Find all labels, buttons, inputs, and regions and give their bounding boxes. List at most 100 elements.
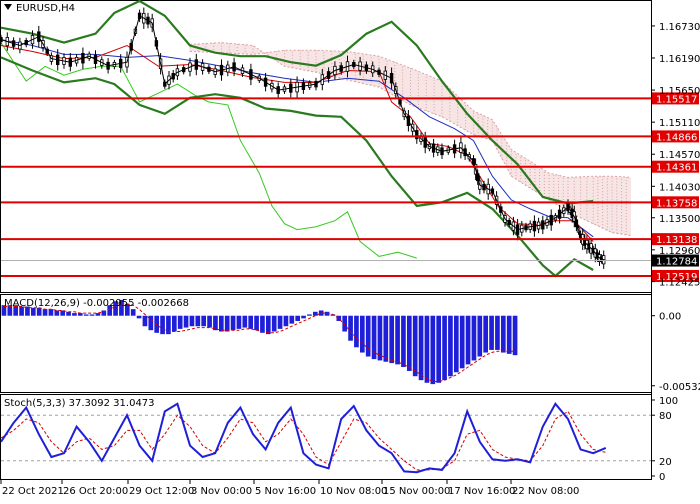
price-y-axis: 1.16730 1.16190 1.15650 1.15110 1.14570 1.140…	[651, 22, 700, 289]
price-indicator-lines	[0, 0, 606, 278]
macd-histogram-bar	[260, 315, 265, 333]
x-tick-label: 22 Oct 2021	[2, 486, 64, 497]
stoch-tick-label: 0	[659, 472, 665, 483]
macd-histogram-bar	[189, 315, 195, 327]
macd-histogram-bar	[448, 315, 453, 377]
macd-histogram-bar	[307, 314, 312, 316]
triangle-down-icon	[4, 4, 12, 10]
x-tick-label: 17 Nov 16:00	[448, 486, 515, 497]
macd-histogram-bar	[442, 315, 447, 381]
macd-histogram-bar	[66, 311, 71, 316]
macd-histogram-bar	[430, 315, 436, 385]
macd-histogram-bar	[142, 315, 148, 327]
macd-histogram-bar	[42, 309, 48, 316]
macd-histogram-bar	[254, 315, 259, 331]
macd-histogram-bar	[348, 315, 353, 341]
macd-histogram-bar	[72, 313, 77, 316]
macd-histogram-bar	[406, 315, 412, 371]
macd-histogram-bar	[483, 315, 489, 353]
price-tick-label: 1.15650	[659, 86, 700, 97]
macd-histogram-bar	[48, 309, 54, 316]
price-tick-label: 1.16730	[659, 22, 700, 33]
macd-histogram-bar	[95, 313, 101, 316]
bollinger-upper-line	[0, 0, 594, 205]
macd-histogram-bar	[365, 315, 371, 357]
macd-histogram-bar	[301, 315, 306, 319]
macd-histogram-bar	[453, 315, 459, 373]
price-tick-label: 1.14030	[659, 182, 700, 193]
time-x-axis: 22 Oct 2021 26 Oct 20:00 29 Oct 12:003 Nov…	[0, 480, 579, 497]
macd-histogram-bar	[418, 315, 424, 381]
macd-histogram-bar	[512, 315, 518, 356]
macd-y-axis: 0.00 -0.005326	[651, 312, 700, 393]
macd-histogram-bar	[160, 315, 165, 335]
macd-histogram-bar	[383, 315, 389, 362]
macd-histogram-bar	[424, 315, 430, 383]
price-tick-label: 1.12425	[659, 278, 700, 289]
chart-canvas[interactable]: 1.155171.148661.143611.137581.131381.125…	[0, 0, 700, 500]
macd-histogram-bar	[224, 315, 230, 332]
level-label: 1.13758	[656, 198, 697, 209]
macd-histogram-bar	[248, 315, 254, 329]
macd-histogram-bar	[136, 315, 142, 319]
macd-histogram-bar	[489, 315, 494, 350]
macd-histogram-bar	[401, 315, 406, 368]
x-tick-label: 26 Oct 20:00	[63, 486, 128, 497]
stoch-tick-label: 100	[659, 396, 678, 407]
macd-histogram-bar	[377, 315, 383, 361]
stoch-k-line	[0, 402, 607, 474]
macd-tick-label: 0.00	[659, 312, 681, 323]
macd-histogram-bar	[277, 315, 283, 329]
price-panel-frame	[0, 0, 652, 293]
macd-histogram-bar	[265, 315, 271, 335]
macd-histogram-bar	[83, 314, 89, 316]
macd-histogram-bar	[183, 315, 189, 328]
macd-histogram-bar	[89, 314, 95, 316]
macd-histogram-bar	[171, 315, 177, 332]
macd-tick-label: -0.005326	[659, 382, 700, 393]
price-tick-label: 1.16190	[659, 54, 700, 65]
level-label: 1.13138	[656, 235, 697, 246]
x-tick-label: 15 Nov 00:00	[383, 486, 450, 497]
level-label: 1.14361	[656, 163, 697, 174]
macd-histogram-bar	[242, 315, 248, 328]
x-tick-label: 29 Oct 12:00	[129, 486, 194, 497]
macd-histogram-bar	[36, 307, 42, 316]
macd-histogram-bar	[177, 315, 183, 329]
macd-histogram-bar	[207, 315, 212, 328]
macd-histogram-bar	[218, 315, 224, 332]
macd-histogram-bar	[412, 315, 418, 377]
macd-histogram-bar	[236, 315, 242, 329]
stochastic-plot	[0, 402, 651, 474]
price-panel-title: EURUSD,H4	[16, 3, 75, 14]
macd-histogram-bar	[495, 315, 500, 350]
stoch-tick-label: 20	[659, 457, 672, 468]
ichimoku-cloud	[189, 42, 632, 237]
macd-histogram-bar	[130, 309, 136, 316]
price-tick-label: 1.14570	[659, 150, 700, 161]
macd-histogram-bar	[389, 315, 395, 364]
macd-histogram-bar	[295, 315, 301, 321]
level-label: 1.14866	[656, 132, 697, 143]
x-tick-label: 22 Nov 08:00	[512, 486, 579, 497]
x-tick-label: 10 Nov 08:00	[320, 486, 387, 497]
macd-histogram-bar	[271, 315, 277, 332]
macd-histogram-bar	[500, 315, 506, 353]
macd-histogram-bar	[289, 315, 295, 324]
macd-histogram-bar	[436, 315, 442, 383]
macd-plot	[1, 299, 518, 385]
x-tick-label: 3 Nov 00:00	[191, 486, 252, 497]
chart-window: 1.15517 1.14866 1.14361 1.13758 1.13138 1.125…	[0, 0, 700, 500]
macd-histogram-bar	[230, 315, 236, 331]
stoch-tick-label: 80	[659, 411, 672, 422]
macd-histogram-bar	[54, 310, 60, 316]
macd-histogram-bar	[465, 315, 471, 365]
macd-histogram-bar	[195, 315, 201, 327]
macd-histogram-bar	[312, 311, 318, 316]
macd-panel-title: MACD(12,26,9) -0.002955 -0.002668	[4, 298, 189, 309]
macd-histogram-bar	[359, 315, 365, 353]
macd-histogram-bar	[354, 315, 359, 348]
macd-histogram-bar	[201, 315, 207, 327]
price-tick-label: 1.12960	[659, 246, 700, 257]
price-tick-label: 1.13500	[659, 214, 700, 225]
